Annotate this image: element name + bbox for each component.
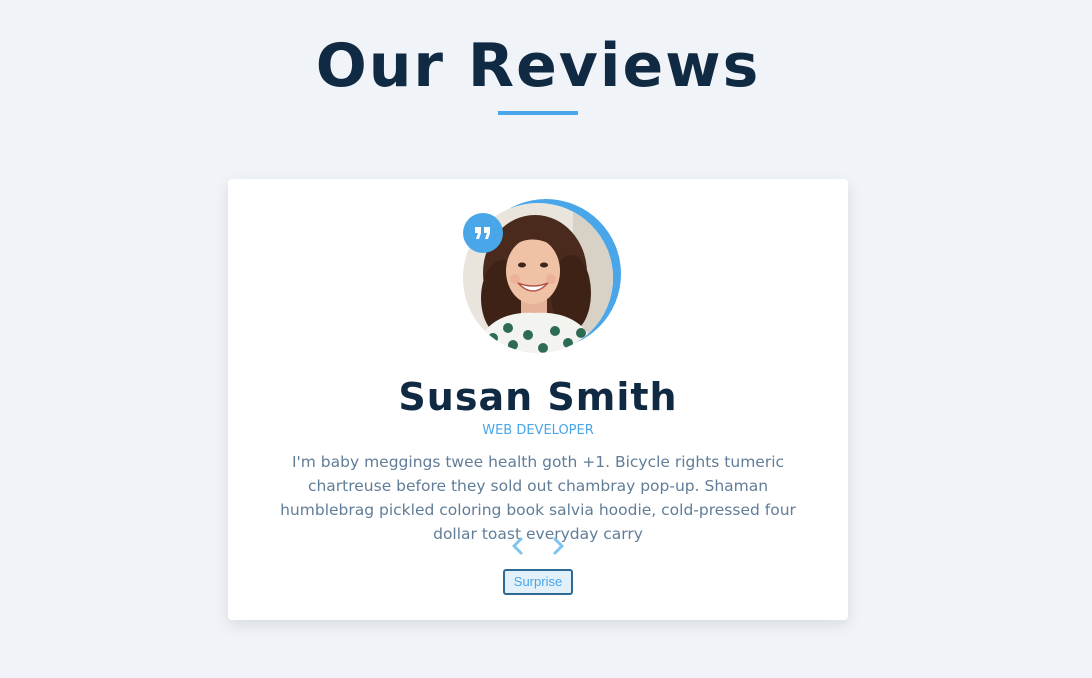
title-underline [498,111,578,115]
reviewer-name: Susan Smith [398,375,678,419]
next-button[interactable] [546,533,572,559]
quote-glyph [475,227,490,239]
surprise-button[interactable]: Surprise [503,569,573,595]
chevron-left-icon [512,537,523,555]
prev-button[interactable] [504,533,530,559]
reviewer-job: WEB DEVELOPER [482,423,594,438]
page-header: Our Reviews [0,28,1076,115]
page-title: Our Reviews [315,31,761,101]
avatar-container [463,199,621,353]
review-card: Susan Smith WEB DEVELOPER I'm baby meggi… [228,179,848,620]
chevron-right-icon [553,537,564,555]
navigation-buttons [228,533,848,559]
quote-icon [463,213,503,253]
review-text: I'm baby meggings twee health goth +1. B… [280,453,796,543]
